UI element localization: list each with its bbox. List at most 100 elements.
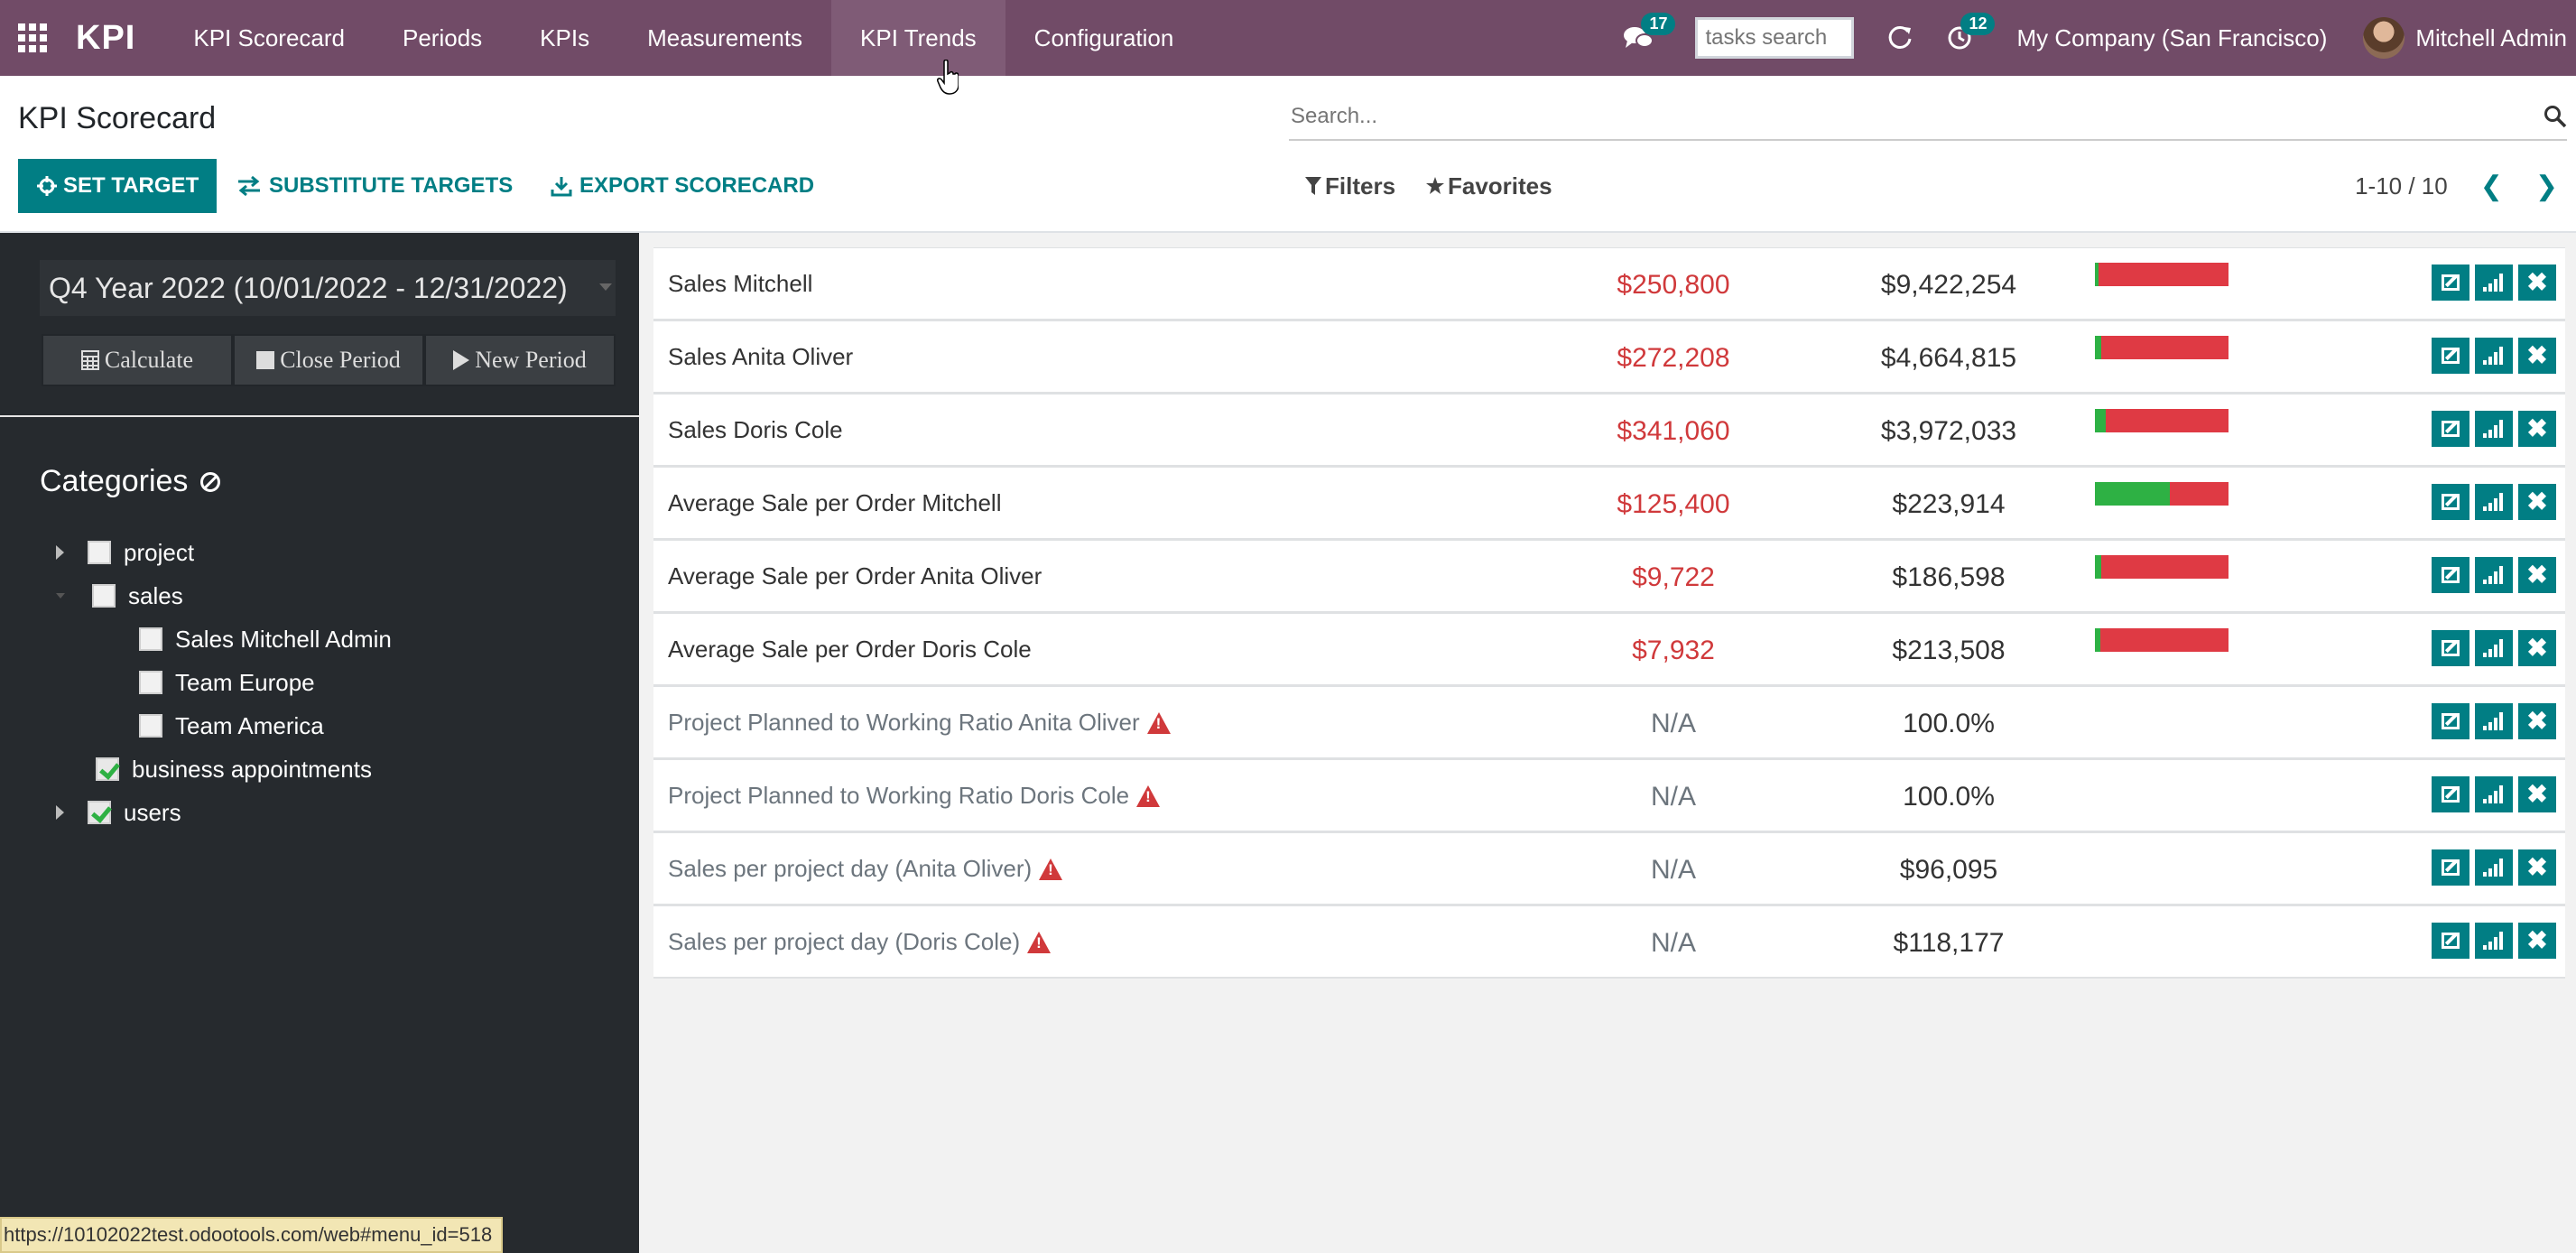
tree-item-team-america[interactable]: Team America (139, 704, 324, 747)
kpi-name[interactable]: Sales Mitchell (668, 270, 812, 298)
delete-button[interactable]: ✖ (2518, 703, 2556, 739)
table-row[interactable]: Average Sale per Order Anita Oliver $9,72… (653, 540, 2565, 613)
edit-button[interactable] (2432, 557, 2469, 593)
delete-button[interactable]: ✖ (2518, 338, 2556, 374)
tree-item-business-appointments[interactable]: business appointments (96, 747, 372, 791)
caret-right-icon[interactable] (56, 545, 64, 560)
chart-button[interactable] (2475, 411, 2513, 447)
tree-item-team-europe[interactable]: Team Europe (139, 661, 315, 704)
menu-kpis[interactable]: KPIs (511, 0, 618, 76)
menu-periods[interactable]: Periods (374, 0, 511, 76)
new-period-button[interactable]: New Period (424, 334, 616, 386)
period-select[interactable]: Q4 Year 2022 (10/01/2022 - 12/31/2022) (40, 260, 616, 316)
chart-button[interactable] (2475, 849, 2513, 886)
table-row[interactable]: Sales per project day (Doris Cole) N/A $11… (653, 905, 2565, 979)
sidebar: Q4 Year 2022 (10/01/2022 - 12/31/2022) C… (0, 233, 639, 1253)
tree-item-users[interactable]: users (56, 791, 181, 834)
menu-measurements[interactable]: Measurements (618, 0, 831, 76)
table-row[interactable]: Average Sale per Order Doris Cole $7,932 $… (653, 613, 2565, 686)
delete-button[interactable]: ✖ (2518, 849, 2556, 886)
caret-down-icon[interactable] (56, 593, 65, 599)
caret-right-icon[interactable] (56, 805, 64, 820)
pager-previous-icon[interactable]: ❮ (2480, 171, 2503, 202)
table-row[interactable]: Project Planned to Working Ratio Doris C… (653, 759, 2565, 832)
kpi-name[interactable]: Sales per project day (Anita Oliver) (668, 855, 1063, 883)
company-switcher[interactable]: My Company (San Francisco) (1989, 24, 2363, 52)
edit-button[interactable] (2432, 849, 2469, 886)
edit-button[interactable] (2432, 630, 2469, 666)
edit-button[interactable] (2432, 411, 2469, 447)
menu-kpi-scorecard[interactable]: KPI Scorecard (164, 0, 374, 76)
table-row[interactable]: Sales Anita Oliver $272,208 $4,664,815 ✖ (653, 320, 2565, 394)
category-checkbox[interactable] (139, 714, 162, 738)
tasks-search-input[interactable] (1695, 17, 1855, 59)
search-input[interactable] (1289, 104, 2544, 129)
chart-button[interactable] (2475, 557, 2513, 593)
set-target-button[interactable]: SET TARGET (18, 159, 218, 213)
kpi-name[interactable]: Average Sale per Order Anita Oliver (668, 562, 1042, 590)
edit-button[interactable] (2432, 703, 2469, 739)
chart-button[interactable] (2475, 484, 2513, 520)
substitute-targets-button[interactable]: SUBSTITUTE TARGETS (236, 159, 513, 213)
kpi-name[interactable]: Project Planned to Working Ratio Anita O… (668, 709, 1171, 737)
close-period-button[interactable]: Close Period (233, 334, 424, 386)
edit-button[interactable] (2432, 265, 2469, 301)
clear-categories-icon[interactable] (200, 471, 221, 492)
tree-item-sales[interactable]: sales (56, 574, 183, 617)
category-checkbox[interactable] (92, 584, 116, 608)
kpi-table: Sales Mitchell $250,800 $9,422,254 ✖ Sales A… (653, 247, 2565, 979)
pager-value[interactable]: 1-10 / 10 (2355, 172, 2448, 200)
table-row[interactable]: Sales Mitchell $250,800 $9,422,254 ✖ (653, 247, 2565, 320)
chart-button[interactable] (2475, 265, 2513, 301)
tree-item-sales-mitchell-admin[interactable]: Sales Mitchell Admin (139, 617, 392, 661)
chart-button[interactable] (2475, 776, 2513, 812)
category-checkbox[interactable] (139, 627, 162, 651)
delete-button[interactable]: ✖ (2518, 484, 2556, 520)
kpi-name[interactable]: Average Sale per Order Doris Cole (668, 636, 1032, 664)
kpi-name[interactable]: Project Planned to Working Ratio Doris C… (668, 782, 1161, 810)
table-row[interactable]: Sales Doris Cole $341,060 $3,972,033 ✖ (653, 394, 2565, 467)
delete-button[interactable]: ✖ (2518, 923, 2556, 959)
calculate-button[interactable]: Calculate (42, 334, 233, 386)
chart-button[interactable] (2475, 630, 2513, 666)
chart-button[interactable] (2475, 338, 2513, 374)
table-row[interactable]: Sales per project day (Anita Oliver) N/A $… (653, 832, 2565, 905)
category-checkbox[interactable] (139, 671, 162, 694)
refresh-button[interactable] (1870, 0, 1930, 76)
filters-button[interactable]: Filters (1305, 159, 1395, 213)
tree-item-project[interactable]: project (56, 531, 194, 574)
apps-menu-icon[interactable] (0, 0, 65, 76)
kpi-list-area: Sales Mitchell $250,800 $9,422,254 ✖ Sales A… (639, 233, 2576, 1253)
kpi-name[interactable]: Sales Anita Oliver (668, 343, 853, 371)
messages-button[interactable]: 17 (1607, 0, 1676, 76)
edit-button[interactable] (2432, 776, 2469, 812)
search-icon[interactable] (2544, 105, 2567, 128)
delete-button[interactable]: ✖ (2518, 265, 2556, 301)
edit-button[interactable] (2432, 338, 2469, 374)
user-menu[interactable]: Mitchell Admin (2363, 17, 2576, 59)
kpi-name[interactable]: Sales per project day (Doris Cole) (668, 928, 1052, 956)
kpi-name-label: Sales Mitchell (668, 270, 813, 297)
table-row[interactable]: Project Planned to Working Ratio Anita O… (653, 686, 2565, 759)
menu-configuration[interactable]: Configuration (1005, 0, 1203, 76)
category-checkbox[interactable] (88, 541, 111, 564)
kpi-name[interactable]: Sales Doris Cole (668, 416, 843, 444)
pager-next-icon[interactable]: ❯ (2535, 171, 2558, 202)
kpi-name[interactable]: Average Sale per Order Mitchell (668, 489, 1001, 517)
delete-button[interactable]: ✖ (2518, 557, 2556, 593)
delete-button[interactable]: ✖ (2518, 776, 2556, 812)
delete-button[interactable]: ✖ (2518, 630, 2556, 666)
favorites-button[interactable]: Favorites (1426, 159, 1552, 213)
edit-button[interactable] (2432, 484, 2469, 520)
export-scorecard-button[interactable]: EXPORT SCORECARD (551, 159, 814, 213)
category-checkbox-checked[interactable] (88, 801, 111, 824)
menu-kpi-trends[interactable]: KPI Trends (831, 0, 1005, 76)
app-brand[interactable]: KPI (65, 19, 164, 58)
edit-button[interactable] (2432, 923, 2469, 959)
activities-button[interactable]: 12 (1930, 0, 1996, 76)
chart-button[interactable] (2475, 703, 2513, 739)
chart-button[interactable] (2475, 923, 2513, 959)
delete-button[interactable]: ✖ (2518, 411, 2556, 447)
category-checkbox-checked[interactable] (96, 757, 119, 781)
table-row[interactable]: Average Sale per Order Mitchell $125,400 $… (653, 467, 2565, 540)
